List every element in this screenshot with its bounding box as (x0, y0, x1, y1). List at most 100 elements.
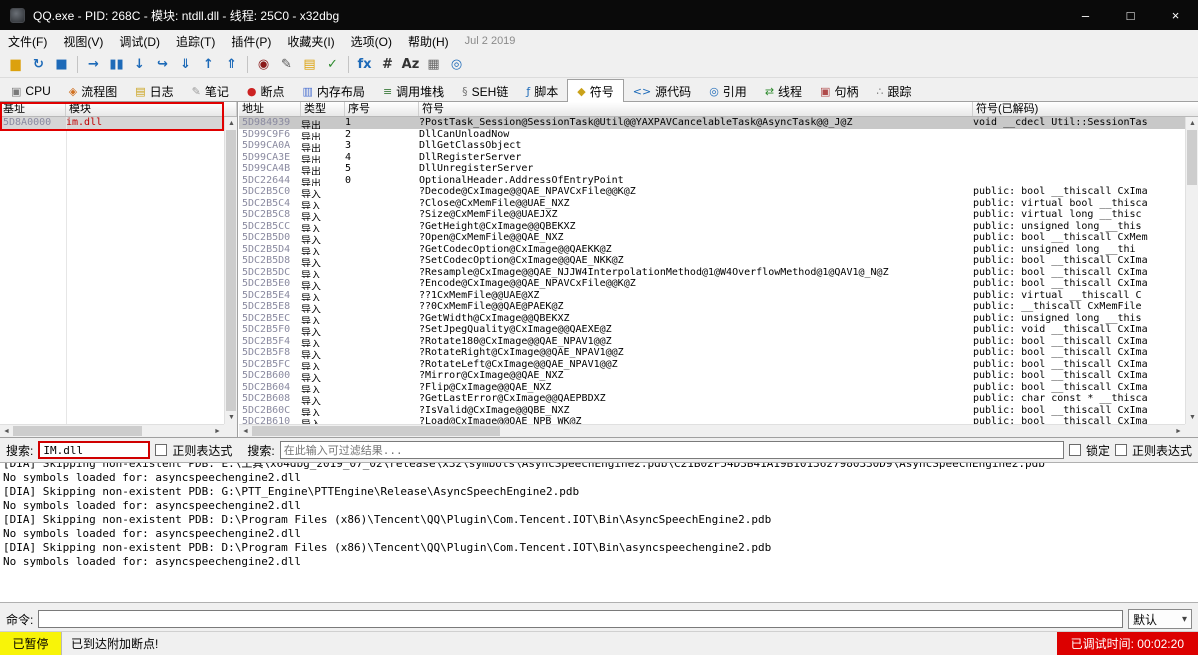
symbol-row[interactable]: 5D984939导出1?PostTask_Session@SessionTask… (239, 117, 1185, 129)
symbol-row[interactable]: 5DC2B5EC导入?GetWidth@CxImage@@QBEKXZpubli… (239, 313, 1185, 325)
step-over-button[interactable]: ↪ (151, 54, 174, 76)
scroll-up-icon[interactable] (1186, 117, 1198, 130)
symbol-row[interactable]: 5DC2B5E4导入??1CxMemFile@@UAE@XZpublic: vi… (239, 290, 1185, 302)
symbols-column-symbol[interactable]: 符号 (419, 102, 973, 116)
check-update-button[interactable]: ✓ (321, 54, 344, 76)
find-pattern-button[interactable]: ◎ (445, 54, 468, 76)
symbol-row[interactable]: 5DC22644导出0OptionalHeader.AddressOfEntry… (239, 175, 1185, 187)
close-button[interactable]: × (1153, 0, 1198, 30)
symbol-row[interactable]: 5D99CA3E导出4DllRegisterServer (239, 152, 1185, 164)
tab-threads[interactable]: ⇄线程 (756, 81, 811, 101)
menu-item-4[interactable]: 插件(P) (223, 31, 279, 52)
menu-item-6[interactable]: 选项(O) (343, 31, 400, 52)
tab-memory-map[interactable]: ▥内存布局 (294, 81, 374, 101)
symbols-vscrollbar[interactable] (1185, 117, 1198, 424)
command-profile-dropdown[interactable]: 默认 (1128, 609, 1192, 629)
menu-item-3[interactable]: 追踪(T) (168, 31, 223, 52)
module-search-input[interactable] (38, 441, 150, 459)
symbol-row[interactable]: 5DC2B5DC导入?Resample@CxImage@@QAE_NJJW4In… (239, 267, 1185, 279)
menu-item-7[interactable]: 帮助(H) (400, 31, 457, 52)
symbol-row[interactable]: 5DC2B5FC导入?RotateLeft@CxImage@@QAE_NPAV1… (239, 359, 1185, 371)
menu-item-0[interactable]: 文件(F) (0, 31, 55, 52)
comments-button[interactable]: ▤ (298, 54, 321, 76)
restart-button[interactable]: ↻ (27, 54, 50, 76)
patches-button[interactable]: ✎ (275, 54, 298, 76)
menu-item-1[interactable]: 视图(V) (55, 31, 111, 52)
maximize-button[interactable]: □ (1108, 0, 1153, 30)
trace-record-button[interactable]: ◉ (252, 54, 275, 76)
execute-till-return-button[interactable]: ↑ (197, 54, 220, 76)
case-az-button[interactable]: Az (399, 54, 422, 76)
symbol-row[interactable]: 5DC2B5CC导入?GetHeight@CxImage@@QBEKXZpubl… (239, 221, 1185, 233)
modules-column-base[interactable]: 基址 (0, 102, 66, 116)
tab-handles[interactable]: ▣句柄 (811, 81, 867, 101)
symbol-row[interactable]: 5DC2B5F0导入?SetJpegQuality@CxImage@@QAEXE… (239, 324, 1185, 336)
scroll-right-icon[interactable] (211, 425, 224, 438)
symbol-row[interactable]: 5DC2B5C8导入?Size@CxMemFile@@UAEJXZpublic:… (239, 209, 1185, 221)
tab-references[interactable]: ◎引用 (700, 81, 756, 101)
tab-source[interactable]: <>源代码 (624, 81, 700, 101)
scroll-track[interactable] (252, 425, 1172, 437)
symbol-row[interactable]: 5D99CA4B导出5DllUnregisterServer (239, 163, 1185, 175)
scroll-thumb[interactable] (1187, 130, 1197, 185)
symbols-hscrollbar[interactable] (239, 424, 1185, 437)
symbols-column-type[interactable]: 类型 (301, 102, 345, 116)
symbol-row[interactable]: 5DC2B610导入?Load@CxImage@@QAE_NPB_WK@Zpub… (239, 416, 1185, 424)
symbols-column-ordinal[interactable]: 序号 (345, 102, 419, 116)
menu-item-2[interactable]: 调试(D) (111, 31, 168, 52)
scroll-up-icon[interactable] (225, 117, 238, 130)
minimize-button[interactable]: – (1063, 0, 1108, 30)
modules-hscrollbar[interactable] (0, 424, 224, 437)
open-file-button[interactable]: ▆ (4, 54, 27, 76)
scroll-right-icon[interactable] (1172, 425, 1185, 438)
symbol-row[interactable]: 5D99C9F6导出2DllCanUnloadNow (239, 129, 1185, 141)
symbol-row[interactable]: 5DC2B5D4导入?GetCodecOption@CxImage@@QAEKK… (239, 244, 1185, 256)
scroll-left-icon[interactable] (0, 425, 13, 438)
scroll-thumb[interactable] (226, 130, 236, 411)
symbol-row[interactable]: 5DC2B5F4导入?Rotate180@CxImage@@QAE_NPAV1@… (239, 336, 1185, 348)
filter-regex-checkbox[interactable] (1115, 444, 1127, 456)
symbol-row[interactable]: 5DC2B604导入?Flip@CxImage@@QAE_NXZpublic: … (239, 382, 1185, 394)
module-row[interactable]: 5D8A0000im.dll (0, 117, 224, 129)
module-regex-checkbox[interactable] (155, 444, 167, 456)
scroll-down-icon[interactable] (1186, 411, 1198, 424)
step-into-button[interactable]: ↓ (128, 54, 151, 76)
tab-script[interactable]: ƒ脚本 (517, 81, 567, 101)
pause-button[interactable]: ▮▮ (105, 54, 128, 76)
symbol-row[interactable]: 5DC2B5D8导入?SetCodecOption@CxImage@@QAE_N… (239, 255, 1185, 267)
pound-button[interactable]: # (376, 54, 399, 76)
scroll-thumb[interactable] (13, 426, 142, 436)
tab-graph[interactable]: ◈流程图 (60, 81, 126, 101)
scroll-left-icon[interactable] (239, 425, 252, 438)
symbol-row[interactable]: 5DC2B600导入?Mirror@CxImage@@QAE_NXZpublic… (239, 370, 1185, 382)
symbol-row[interactable]: 5D99CA0A导出3DllGetClassObject (239, 140, 1185, 152)
tab-seh-chain[interactable]: §SEH链 (453, 81, 517, 101)
scroll-track[interactable] (225, 130, 237, 411)
stop-button[interactable]: ■ (50, 54, 73, 76)
symbol-row[interactable]: 5DC2B5E0导入?Encode@CxImage@@QAE_NPAVCxFil… (239, 278, 1185, 290)
symbol-row[interactable]: 5DC2B5C0导入?Decode@CxImage@@QAE_NPAVCxFil… (239, 186, 1185, 198)
scroll-down-icon[interactable] (225, 411, 238, 424)
modules-vscrollbar[interactable] (224, 117, 237, 424)
command-input[interactable] (38, 610, 1123, 628)
lock-checkbox[interactable] (1069, 444, 1081, 456)
scroll-track[interactable] (13, 425, 211, 437)
animate-into-button[interactable]: ⇓ (174, 54, 197, 76)
calculator-fx-button[interactable]: fx (353, 54, 376, 76)
tab-cpu[interactable]: ▣CPU (2, 81, 60, 101)
symbol-row[interactable]: 5DC2B5D0导入?Open@CxMemFile@@QAE_NXZpublic… (239, 232, 1185, 244)
symbol-row[interactable]: 5DC2B60C导入?IsValid@CxImage@@QBE_NXZpubli… (239, 405, 1185, 417)
tab-log[interactable]: ▤日志 (126, 81, 182, 101)
filter-input[interactable] (280, 441, 1064, 459)
log-output[interactable]: [DIA] Skipping non-existent PDB: E:\工具\x… (0, 462, 1198, 603)
run-to-user-code-button[interactable]: ⇑ (220, 54, 243, 76)
scroll-track[interactable] (1186, 130, 1198, 411)
symbol-row[interactable]: 5DC2B5C4导入?Close@CxMemFile@@UAE_NXZpubli… (239, 198, 1185, 210)
modules-column-module[interactable]: 模块 (66, 102, 237, 116)
tab-trace[interactable]: ∴跟踪 (867, 81, 920, 101)
symbols-column-address[interactable]: 地址 (239, 102, 301, 116)
scroll-thumb[interactable] (252, 426, 500, 436)
tab-symbols[interactable]: ◆符号 (567, 79, 623, 102)
run-button[interactable]: → (82, 54, 105, 76)
tab-call-stack[interactable]: ≡调用堆栈 (374, 81, 453, 101)
